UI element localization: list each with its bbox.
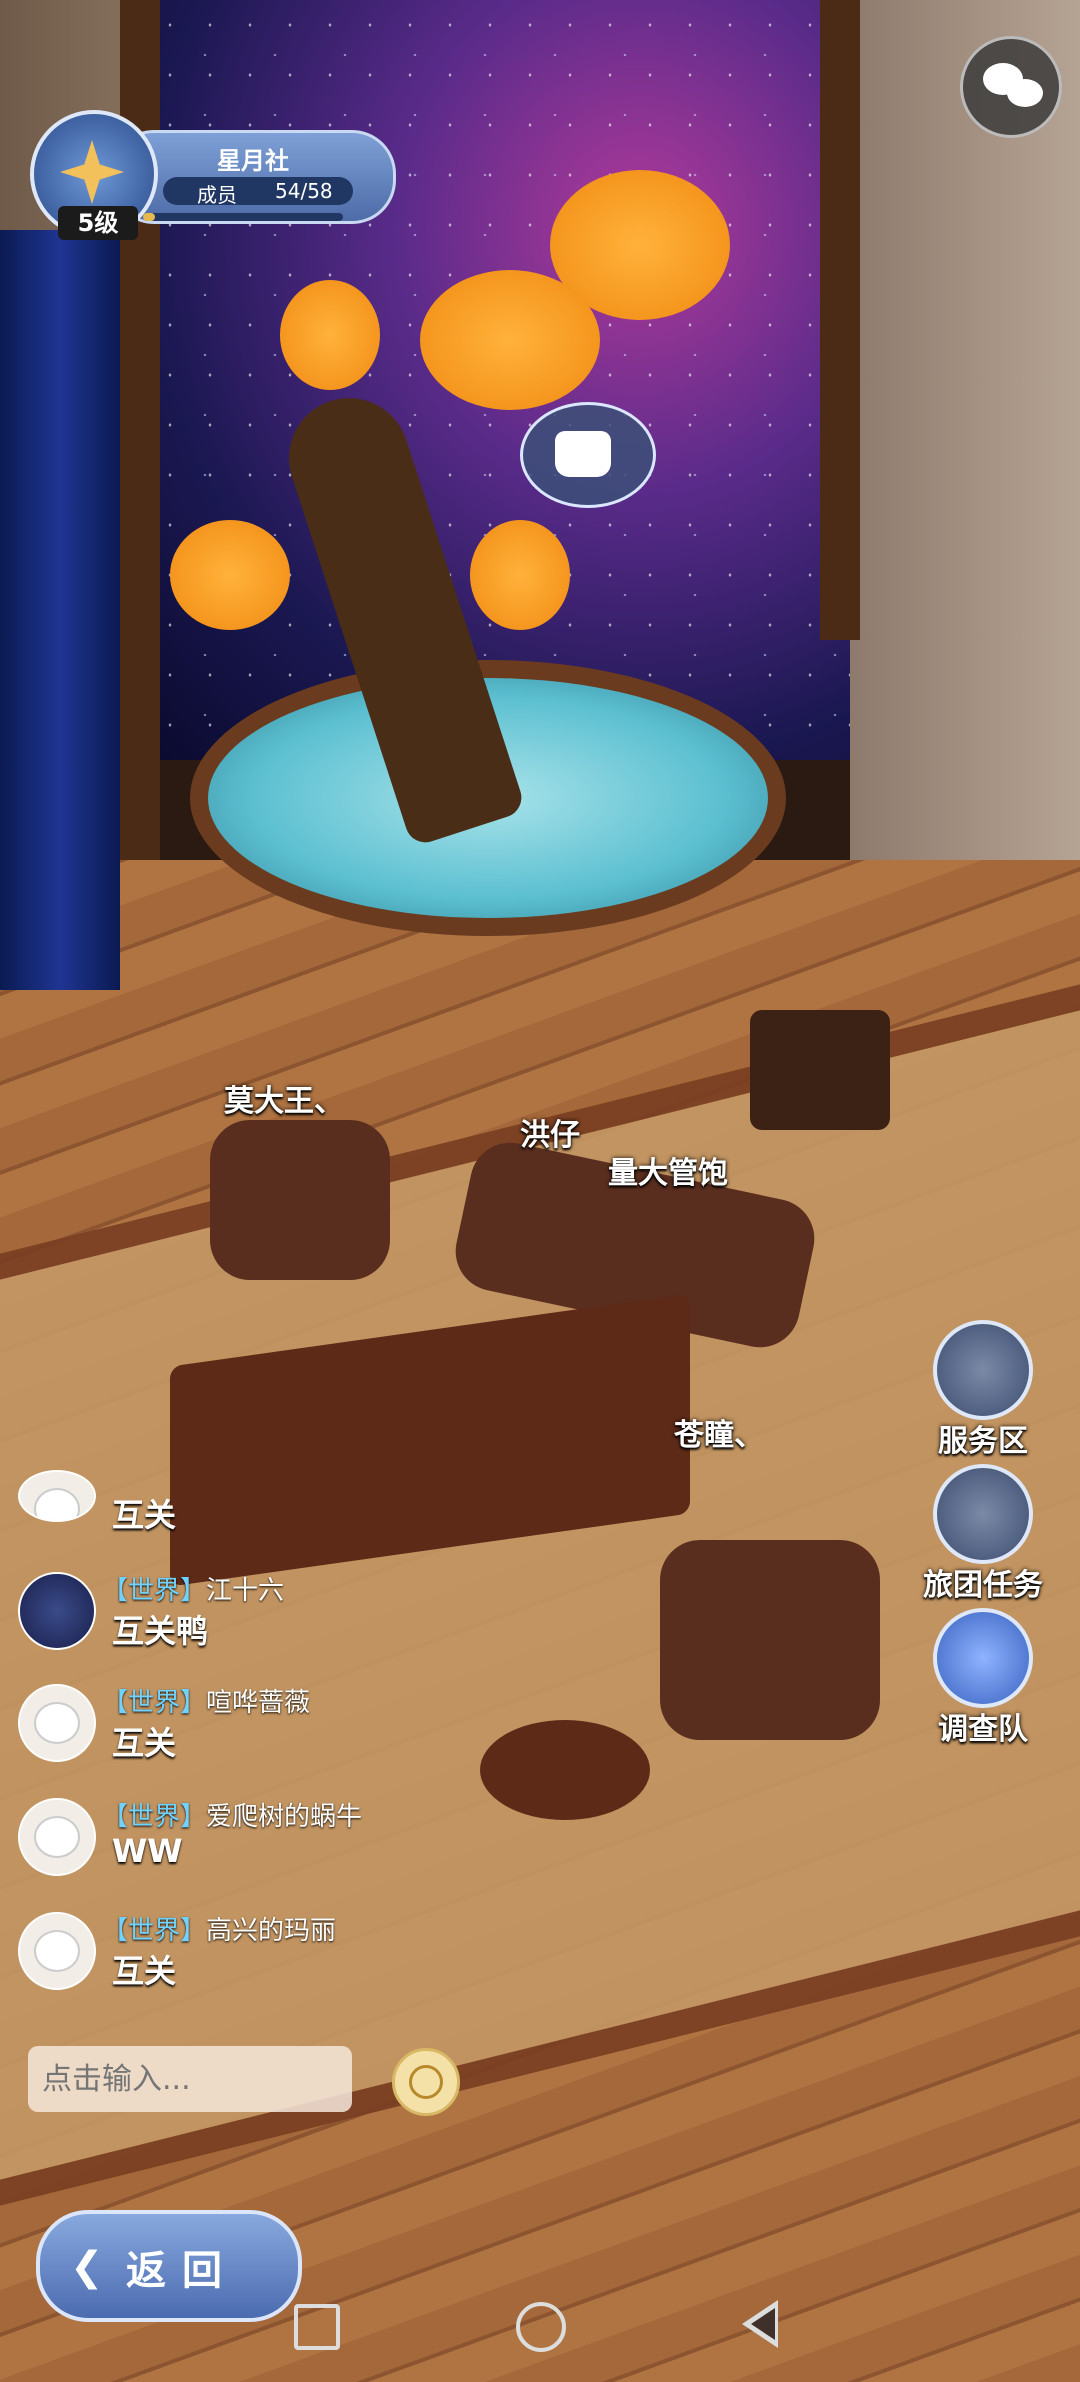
watering-can-bubble[interactable] xyxy=(520,402,656,508)
tree-leaves xyxy=(170,520,290,630)
guild-badge[interactable]: 星月社 成员 54/58 5级 xyxy=(10,110,396,240)
members-count: 54/58 xyxy=(275,179,333,203)
player-name[interactable]: 量大管饱 xyxy=(608,1148,728,1192)
player-name[interactable]: 洪仔 xyxy=(520,1110,580,1154)
star-moon-icon xyxy=(60,140,124,204)
chat-channel: 【世界】 xyxy=(102,1916,207,1946)
guild-level: 5级 xyxy=(58,206,138,240)
chat-sender: 高兴的玛丽 xyxy=(206,1916,337,1946)
chat-channel: 【世界】 xyxy=(102,1802,207,1832)
chat-input[interactable] xyxy=(28,2046,352,2112)
service-area-label: 服务区 xyxy=(938,1424,1028,1459)
tree-leaves xyxy=(470,520,570,630)
chat-button[interactable] xyxy=(960,36,1062,138)
avatar xyxy=(18,1798,96,1876)
quest-book-icon xyxy=(933,1464,1033,1564)
chat-sender: 喧哗蔷薇 xyxy=(206,1688,311,1718)
player-name[interactable]: 莫大王、 xyxy=(224,1076,344,1120)
smiley-icon xyxy=(409,2065,443,2099)
member-count-row: 成员 54/58 xyxy=(163,177,353,207)
window-frame-right xyxy=(820,0,860,640)
blue-curtain xyxy=(0,230,120,990)
emoji-button[interactable] xyxy=(392,2048,460,2116)
back-triangle-icon[interactable] xyxy=(742,2300,778,2348)
chat-channel: 【世界】 xyxy=(102,1576,207,1606)
avatar xyxy=(18,1470,96,1522)
avatar xyxy=(18,1572,96,1650)
chat-message-header: 【世界】喧哗蔷薇 xyxy=(102,1682,310,1719)
chat-sender: 江十六 xyxy=(206,1576,285,1606)
guild-level-progress xyxy=(143,213,343,221)
recents-icon[interactable] xyxy=(294,2304,340,2350)
tree-leaves xyxy=(280,280,380,390)
chat-sender: 爱爬树的蜗牛 xyxy=(206,1802,363,1832)
chat-message-text: 互关 xyxy=(112,1496,177,1534)
chat-channel: 【世界】 xyxy=(102,1688,207,1718)
home-icon[interactable] xyxy=(516,2302,566,2352)
game-scene[interactable] xyxy=(0,0,1080,2382)
round-side-table xyxy=(480,1720,650,1820)
members-label: 成员 xyxy=(197,183,237,207)
guild-quest-label: 旅团任务 xyxy=(923,1568,1043,1603)
watering-can-icon xyxy=(555,431,611,477)
shop-icon xyxy=(933,1320,1033,1420)
guild-level-progress-fill xyxy=(143,213,155,221)
avatar xyxy=(18,1684,96,1762)
winged-sword-icon xyxy=(933,1608,1033,1708)
tree-leaves xyxy=(420,270,600,410)
player-name[interactable]: 苍瞳、 xyxy=(674,1410,764,1454)
investigation-team-label: 调查队 xyxy=(938,1712,1028,1747)
armchair xyxy=(210,1120,390,1280)
investigation-team-button[interactable]: 调查队 xyxy=(918,1608,1048,1748)
chat-message-text: WW xyxy=(112,1832,183,1870)
chat-message-text: 互关鸭 xyxy=(112,1612,209,1650)
chat-input-box[interactable] xyxy=(28,2046,352,2112)
chat-message-text: 互关 xyxy=(112,1724,177,1762)
chat-message-text: 互关 xyxy=(112,1952,177,1990)
service-area-button[interactable]: 服务区 xyxy=(918,1320,1048,1460)
system-nav-bar xyxy=(0,2280,1080,2382)
wooden-shelf xyxy=(750,1010,890,1130)
armchair xyxy=(660,1540,880,1740)
guild-quest-button[interactable]: 旅团任务 xyxy=(918,1464,1048,1604)
chat-message-header: 【世界】高兴的玛丽 xyxy=(102,1910,336,1947)
chat-bubble-small xyxy=(1007,79,1043,107)
chat-message-header: 【世界】江十六 xyxy=(102,1570,284,1607)
avatar xyxy=(18,1912,96,1990)
chat-message-header: 【世界】爱爬树的蜗牛 xyxy=(102,1796,362,1833)
